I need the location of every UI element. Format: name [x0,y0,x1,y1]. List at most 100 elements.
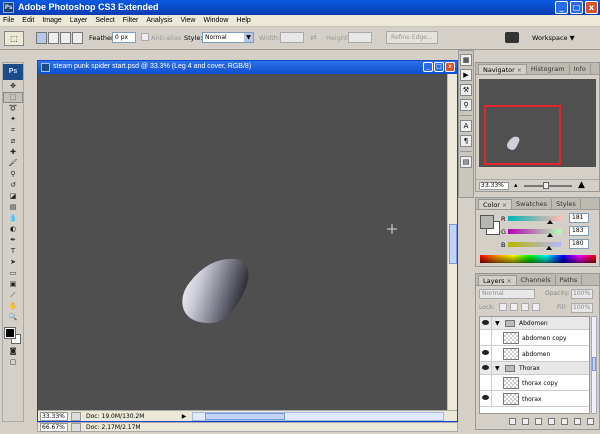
type-tool-icon[interactable]: T [3,246,23,257]
tab-channels[interactable]: Channels [517,275,556,285]
new-group-icon[interactable] [561,418,568,425]
background-status-icon[interactable] [71,423,81,432]
menu-analysis[interactable]: Analysis [146,17,172,24]
notes-tool-icon[interactable]: ▣ [3,279,23,290]
navigator-zoom-knob[interactable] [543,182,549,189]
layers-scrollbar[interactable] [591,316,597,414]
tool-presets-icon[interactable]: ⚒ [460,84,472,96]
history-brush-tool-icon[interactable]: ↺ [3,180,23,191]
menu-filter[interactable]: Filter [123,17,139,24]
close-button[interactable]: x [585,1,598,14]
menu-select[interactable]: Select [95,17,114,24]
tab-info[interactable]: Info [570,64,591,74]
path-selection-tool-icon[interactable]: ➤ [3,257,23,268]
menu-layer[interactable]: Layer [70,17,88,24]
visibility-toggle[interactable] [480,330,492,345]
layer-row[interactable]: thorax [480,391,589,407]
fill-input[interactable]: 100% [571,303,593,313]
healing-brush-tool-icon[interactable]: ✚ [3,147,23,158]
height-input[interactable] [348,32,372,43]
slice-tool-icon[interactable]: ⧄ [3,136,23,147]
tab-styles[interactable]: Styles [552,199,581,209]
eyedropper-tool-icon[interactable]: ⟋ [3,290,23,301]
new-layer-icon[interactable] [574,418,581,425]
maximize-button[interactable]: □ [570,1,583,14]
new-selection-button[interactable] [36,32,47,44]
clone-source-icon[interactable]: ⚲ [460,99,472,111]
workspace-icon[interactable] [505,32,519,43]
workspace-menu[interactable]: Workspace ▼ [532,34,575,42]
pen-tool-icon[interactable]: ✒ [3,235,23,246]
color-b-slider[interactable] [508,242,561,247]
width-input[interactable] [280,32,304,43]
intersect-selection-button[interactable] [72,32,83,44]
blend-mode-select[interactable]: Normal [479,289,535,299]
menu-view[interactable]: View [180,17,195,24]
quick-mask-icon[interactable]: ◙ [3,346,23,357]
character-panel-icon[interactable]: A [460,120,472,132]
visibility-toggle[interactable] [480,375,492,390]
document-minimize-button[interactable]: _ [423,62,433,72]
status-info-icon[interactable] [71,412,81,421]
move-tool-icon[interactable]: ✥ [3,81,23,92]
color-r-slider[interactable] [508,216,561,221]
color-g-slider[interactable] [508,229,561,234]
refine-edge-button[interactable]: Refine Edge... [386,31,438,44]
shape-tool-icon[interactable]: ▭ [3,268,23,279]
menu-file[interactable]: File [3,17,14,24]
style-select[interactable]: Normal ▼ [202,32,254,43]
opacity-input[interactable]: 100% [571,289,593,299]
document-close-button[interactable]: x [445,62,455,72]
menu-window[interactable]: Window [203,17,228,24]
document-canvas[interactable] [38,74,448,411]
tab-swatches[interactable]: Swatches [512,199,553,209]
tool-preset-picker[interactable]: ⬚ [4,31,24,46]
horizontal-scroll-thumb[interactable] [205,413,285,420]
lock-image-icon[interactable] [510,303,518,311]
add-selection-button[interactable] [48,32,59,44]
antialias-checkbox[interactable] [141,33,149,41]
visibility-toggle[interactable] [480,346,492,361]
menu-image[interactable]: Image [42,17,61,24]
color-b-knob[interactable] [546,246,552,250]
navigator-zoom-field[interactable]: 33.33% [479,182,509,190]
vertical-scroll-thumb[interactable] [449,224,457,264]
hand-tool-icon[interactable]: ✋ [3,301,23,312]
minimize-button[interactable]: _ [555,1,568,14]
layer-row[interactable]: thorax copy [480,375,589,391]
gradient-tool-icon[interactable]: ▤ [3,202,23,213]
layer-style-icon[interactable] [522,418,529,425]
clone-stamp-tool-icon[interactable]: ⚲ [3,169,23,180]
lock-transparent-icon[interactable] [499,303,507,311]
visibility-toggle[interactable] [480,391,492,406]
lock-all-icon[interactable] [532,303,540,311]
dodge-tool-icon[interactable]: ◐ [3,224,23,235]
blur-tool-icon[interactable]: 💧 [3,213,23,224]
menu-edit[interactable]: Edit [22,17,34,24]
subtract-selection-button[interactable] [60,32,71,44]
tab-histogram[interactable]: Histogram [527,64,570,74]
vertical-scrollbar[interactable] [447,74,457,411]
document-titlebar[interactable]: steam punk spider start.psd @ 33.3% (Leg… [38,61,457,74]
actions-panel-icon[interactable]: ▶ [460,69,472,81]
close-icon[interactable]: × [502,202,507,209]
paragraph-panel-icon[interactable]: ¶ [460,135,472,147]
zoom-tool-icon[interactable]: 🔍 [3,312,23,323]
layer-group-row[interactable]: ▼ Thorax [480,362,589,375]
color-g-knob[interactable] [547,233,553,237]
close-icon[interactable]: × [507,278,512,285]
expand-triangle-icon[interactable]: ▼ [495,365,500,372]
feather-input[interactable]: 0 px [112,32,136,43]
color-spectrum-ramp[interactable] [480,255,596,263]
color-r-knob[interactable] [547,220,553,224]
adjustment-layer-icon[interactable] [548,418,555,425]
close-icon[interactable]: × [517,67,522,74]
layer-row[interactable]: abdomen [480,346,589,362]
layers-scroll-thumb[interactable] [592,357,596,371]
tab-color[interactable]: Color × [478,199,513,209]
color-r-input[interactable]: 181 [569,213,589,223]
layer-row[interactable]: abdomen copy [480,330,589,346]
tab-layers[interactable]: Layers × [478,275,517,285]
color-swatches[interactable] [3,326,23,346]
zoom-in-icon[interactable]: ▲ [578,180,585,190]
